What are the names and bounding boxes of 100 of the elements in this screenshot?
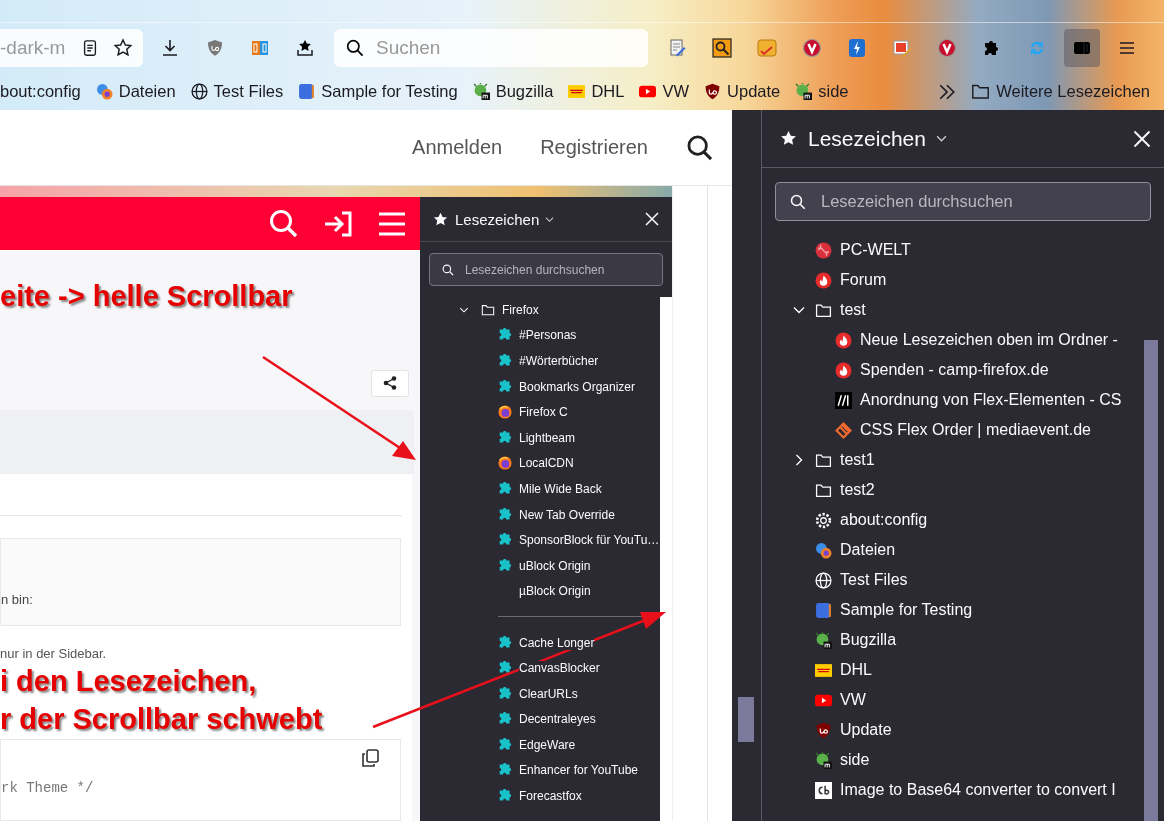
header-link[interactable]: Anmelden [412,136,503,159]
puzzle-icon [498,686,512,701]
scrollbar-thumb[interactable] [1144,340,1158,821]
close-icon[interactable] [644,211,660,227]
star-icon [432,210,449,228]
bookmark-label[interactable]: PC-WELT [840,241,911,259]
bug-icon [815,751,832,769]
bookmark-label[interactable]: side [840,751,870,769]
bookmark-label[interactable]: New Tab Override [519,507,615,522]
flame-icon [815,271,832,289]
chevron-double-icon[interactable] [938,82,957,101]
script-edit-icon[interactable] [667,38,687,58]
sidebar-toggle-button[interactable] [1064,29,1100,67]
parcel-icon [568,83,586,100]
bookmark-item[interactable]: DHL [568,82,625,101]
bookmark-item[interactable]: Dateien [95,82,176,101]
bookmark-folder[interactable]: Weitere Lesezeichen [971,82,1150,101]
bookmark-label[interactable]: test [840,301,866,319]
search-field[interactable]: Lesezeichen durchsuchen [429,253,663,286]
bookmark-label[interactable]: Anordnung von Flex-Elementen - CS [860,391,1122,409]
bookmark-label[interactable]: uBlock Origin [519,558,591,573]
bookmark-label[interactable]: DHL [840,661,872,679]
scrollbar-thumb[interactable] [738,697,754,742]
document-icon [298,83,316,100]
header-link[interactable]: Registrieren [540,136,648,159]
bookmark-label[interactable]: Bugzilla [840,631,897,649]
bookmark-label[interactable]: Image to Base64 converter to convert I [840,781,1116,799]
bookmark-label[interactable]: test2 [840,481,875,499]
globe-icon [815,571,832,589]
bookmark-label[interactable]: ClearURLs [519,686,578,701]
bug-icon [795,83,813,100]
chevron-down-icon[interactable] [545,214,555,224]
bookmark-label[interactable]: CSS Flex Order | mediaevent.de [860,421,1091,439]
search-icon [790,193,806,210]
firefox-icon [498,405,512,420]
bookmark-label[interactable]: about:config [840,511,928,529]
search-field[interactable]: Suchen [374,36,628,60]
globe-icon [190,83,208,100]
bookmark-label[interactable]: Neue Lesezeichen oben im Ordner - [860,331,1118,349]
bookmark-label[interactable]: Firefox [502,302,539,317]
download-icon[interactable] [160,38,180,58]
bookmark-label[interactable]: Mile Wide Back [519,481,602,496]
search-field[interactable]: Lesezeichen durchsuchen [463,261,657,278]
annotation-text: eite -> helle Scrollbar [0,279,294,314]
bookmark-item[interactable]: Bugzilla [472,82,554,101]
bookmark-label[interactable]: Sample for Testing [840,601,973,619]
sidebar-title[interactable]: Lesezeichen [455,210,540,228]
bookmark-label[interactable]: Bookmarks Organizer [519,379,636,394]
shield-icon [704,83,722,100]
folder-icon [481,302,495,317]
bookmark-label[interactable]: VW [840,691,866,709]
bookmark-label[interactable]: SponsorBlock für YouTu… [519,533,660,548]
search-icon [268,207,300,240]
chevron-down-icon[interactable] [935,133,947,144]
puzzle-icon [498,430,512,445]
shield-icon[interactable] [205,38,225,58]
bookmark-label[interactable]: Spenden - camp-firefox.de [860,361,1049,379]
v-circle-icon[interactable] [937,38,957,58]
reader-view-icon[interactable] [81,39,99,57]
bolt-icon[interactable] [847,38,867,58]
star-tray-icon[interactable] [295,38,315,58]
bookmark-item[interactable]: Sample for Testing [298,82,458,101]
bookmark-item[interactable]: bout:config [0,82,81,101]
books-icon[interactable] [250,38,270,58]
bookmark-label[interactable]: Dateien [840,541,896,559]
logo-icon [835,391,852,409]
file-icon [815,541,832,559]
bookmark-item[interactable]: Test Files [190,82,284,101]
close-icon[interactable] [1132,128,1152,149]
star-icon[interactable] [113,38,133,58]
search-icon [346,39,364,57]
bookmark-label[interactable]: µBlock Origin [519,584,591,599]
bookmark-item[interactable]: VW [639,82,690,101]
share-button[interactable] [371,370,409,397]
image-edit-icon[interactable] [892,38,912,58]
puzzle-icon [498,737,512,752]
puzzle-icon [498,354,512,368]
search-field[interactable]: Suchen [334,29,648,67]
bookmark-label[interactable]: Update [840,721,892,739]
v-circle-icon[interactable] [802,38,822,58]
puzzle-icon [498,558,512,573]
bookmark-item[interactable]: Update [704,82,781,101]
bookmark-item[interactable]: side [795,82,849,101]
bookmark-label[interactable]: EdgeWare [519,737,576,752]
puzzle-icon [498,635,512,650]
search-icon[interactable] [686,133,714,162]
bookmark-label[interactable]: Cache Longer [519,635,595,650]
bookmark-label[interactable]: Forum [840,271,887,289]
sidebar-title[interactable]: Lesezeichen [808,126,926,151]
bookmark-label[interactable]: Lightbeam [519,430,576,445]
document-icon [815,601,832,619]
play-icon [639,83,657,100]
search-field[interactable]: Lesezeichen durchsuchen [775,182,1151,221]
search-field[interactable]: Lesezeichen durchsuchen [819,191,1123,212]
bookmark-label[interactable]: test1 [840,451,875,469]
css-check-icon[interactable] [757,38,777,58]
bookmark-label[interactable]: #Wörterbücher [519,354,599,368]
magnifier-icon[interactable] [712,38,732,58]
bookmark-label[interactable]: Decentraleyes [519,712,596,727]
bookmark-label[interactable]: Test Files [840,571,908,589]
